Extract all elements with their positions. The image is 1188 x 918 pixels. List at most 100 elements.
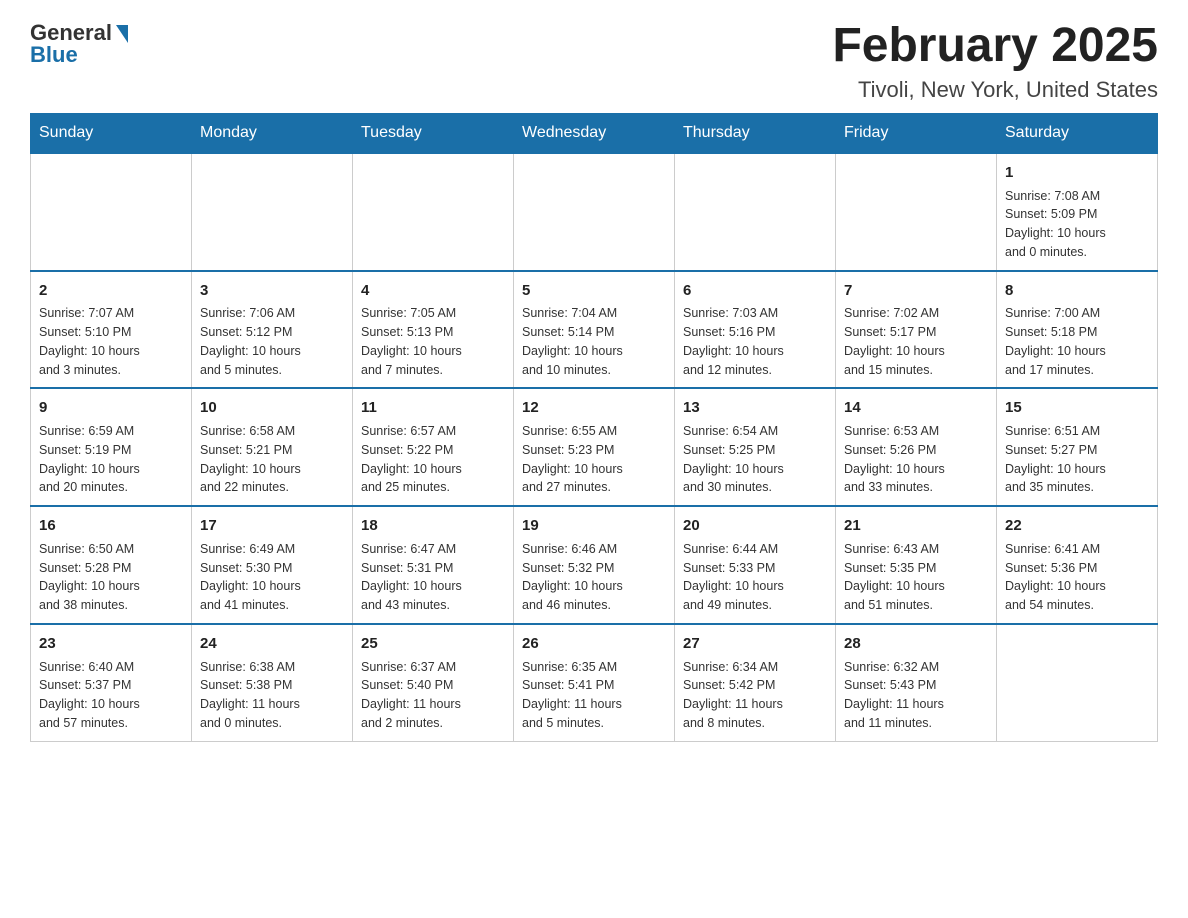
day-number: 18 [361,515,505,537]
day-number: 8 [1005,280,1149,302]
calendar-day-cell: 6Sunrise: 7:03 AM Sunset: 5:16 PM Daylig… [675,271,836,389]
day-info: Sunrise: 7:03 AM Sunset: 5:16 PM Dayligh… [683,304,827,379]
calendar-day-cell: 18 Sunrise: 6:47 AM Sunset: 5:31 PM Dayli… [353,506,514,624]
day-number: 3 [200,280,344,302]
day-info: Sunrise: 6:51 AM Sunset: 5:27 PM Dayligh… [1005,422,1149,497]
day-info: Sunrise: 7:02 AM Sunset: 5:17 PM Dayligh… [844,304,988,379]
day-info: Sunrise: 7:04 AM Sunset: 5:14 PM Dayligh… [522,304,666,379]
calendar-day-cell: 19Sunrise: 6:46 AM Sunset: 5:32 PM Dayli… [514,506,675,624]
day-info: Sunrise: 7:05 AM Sunset: 5:13 PM Dayligh… [361,304,505,379]
day-number: 6 [683,280,827,302]
day-number: 12 [522,397,666,419]
calendar-header-friday: Friday [836,113,997,153]
calendar-day-cell: 25 Sunrise: 6:37 AM Sunset: 5:40 PM Dayli… [353,624,514,741]
day-number: 22 [1005,515,1149,537]
calendar-day-cell: 13 Sunrise: 6:54 AM Sunset: 5:25 PM Dayli… [675,388,836,506]
calendar-day-cell [997,624,1158,741]
day-number: 27 [683,633,827,655]
calendar-day-cell: 24 Sunrise: 6:38 AM Sunset: 5:38 PM Dayli… [192,624,353,741]
day-info: Sunrise: 6:40 AM Sunset: 5:37 PM Dayligh… [39,658,183,733]
day-number: 7 [844,280,988,302]
calendar-week-row: 2Sunrise: 7:07 AM Sunset: 5:10 PM Daylig… [31,271,1158,389]
day-info: Sunrise: 6:47 AM Sunset: 5:31 PM Dayligh… [361,540,505,615]
calendar-day-cell: 14Sunrise: 6:53 AM Sunset: 5:26 PM Dayli… [836,388,997,506]
day-info: Sunrise: 6:44 AM Sunset: 5:33 PM Dayligh… [683,540,827,615]
calendar-week-row: 1 Sunrise: 7:08 AM Sunset: 5:09 PM Daylig… [31,153,1158,271]
calendar-header-sunday: Sunday [31,113,192,153]
calendar-day-cell: 11 Sunrise: 6:57 AM Sunset: 5:22 PM Dayli… [353,388,514,506]
day-info: Sunrise: 6:55 AM Sunset: 5:23 PM Dayligh… [522,422,666,497]
day-info: Sunrise: 6:41 AM Sunset: 5:36 PM Dayligh… [1005,540,1149,615]
calendar-day-cell [192,153,353,271]
calendar-day-cell: 1 Sunrise: 7:08 AM Sunset: 5:09 PM Daylig… [997,153,1158,271]
calendar-day-cell: 16Sunrise: 6:50 AM Sunset: 5:28 PM Dayli… [31,506,192,624]
calendar-day-cell: 22 Sunrise: 6:41 AM Sunset: 5:36 PM Dayli… [997,506,1158,624]
calendar-header-saturday: Saturday [997,113,1158,153]
day-info: Sunrise: 6:53 AM Sunset: 5:26 PM Dayligh… [844,422,988,497]
day-number: 4 [361,280,505,302]
calendar-header-tuesday: Tuesday [353,113,514,153]
month-title: February 2025 [832,20,1158,73]
day-info: Sunrise: 7:06 AM Sunset: 5:12 PM Dayligh… [200,304,344,379]
day-info: Sunrise: 6:58 AM Sunset: 5:21 PM Dayligh… [200,422,344,497]
day-number: 10 [200,397,344,419]
title-section: February 2025 Tivoli, New York, United S… [832,20,1158,103]
calendar-week-row: 16Sunrise: 6:50 AM Sunset: 5:28 PM Dayli… [31,506,1158,624]
calendar-day-cell: 5Sunrise: 7:04 AM Sunset: 5:14 PM Daylig… [514,271,675,389]
calendar-header-monday: Monday [192,113,353,153]
calendar-day-cell [31,153,192,271]
calendar-day-cell: 8Sunrise: 7:00 AM Sunset: 5:18 PM Daylig… [997,271,1158,389]
calendar-day-cell: 9 Sunrise: 6:59 AM Sunset: 5:19 PM Daylig… [31,388,192,506]
calendar-day-cell: 27 Sunrise: 6:34 AM Sunset: 5:42 PM Dayli… [675,624,836,741]
day-number: 25 [361,633,505,655]
calendar-day-cell [675,153,836,271]
day-number: 19 [522,515,666,537]
day-info: Sunrise: 6:37 AM Sunset: 5:40 PM Dayligh… [361,658,505,733]
day-number: 1 [1005,162,1149,184]
calendar-day-cell [514,153,675,271]
location-title: Tivoli, New York, United States [832,77,1158,103]
day-number: 9 [39,397,183,419]
calendar-week-row: 9 Sunrise: 6:59 AM Sunset: 5:19 PM Daylig… [31,388,1158,506]
calendar-day-cell: 7Sunrise: 7:02 AM Sunset: 5:17 PM Daylig… [836,271,997,389]
calendar-day-cell: 28 Sunrise: 6:32 AM Sunset: 5:43 PM Dayli… [836,624,997,741]
calendar-day-cell: 20 Sunrise: 6:44 AM Sunset: 5:33 PM Dayli… [675,506,836,624]
day-number: 24 [200,633,344,655]
calendar-day-cell: 15 Sunrise: 6:51 AM Sunset: 5:27 PM Dayli… [997,388,1158,506]
day-number: 17 [200,515,344,537]
day-number: 13 [683,397,827,419]
logo-arrow-icon [116,25,128,43]
day-number: 11 [361,397,505,419]
day-info: Sunrise: 6:35 AM Sunset: 5:41 PM Dayligh… [522,658,666,733]
day-info: Sunrise: 6:59 AM Sunset: 5:19 PM Dayligh… [39,422,183,497]
day-info: Sunrise: 6:32 AM Sunset: 5:43 PM Dayligh… [844,658,988,733]
day-number: 28 [844,633,988,655]
calendar-day-cell: 21 Sunrise: 6:43 AM Sunset: 5:35 PM Dayli… [836,506,997,624]
calendar-day-cell: 4Sunrise: 7:05 AM Sunset: 5:13 PM Daylig… [353,271,514,389]
calendar-day-cell: 3Sunrise: 7:06 AM Sunset: 5:12 PM Daylig… [192,271,353,389]
day-info: Sunrise: 6:43 AM Sunset: 5:35 PM Dayligh… [844,540,988,615]
calendar-header-row: SundayMondayTuesdayWednesdayThursdayFrid… [31,113,1158,153]
day-info: Sunrise: 6:57 AM Sunset: 5:22 PM Dayligh… [361,422,505,497]
day-info: Sunrise: 6:34 AM Sunset: 5:42 PM Dayligh… [683,658,827,733]
calendar-day-cell: 12 Sunrise: 6:55 AM Sunset: 5:23 PM Dayli… [514,388,675,506]
calendar-day-cell [836,153,997,271]
day-info: Sunrise: 6:38 AM Sunset: 5:38 PM Dayligh… [200,658,344,733]
day-number: 5 [522,280,666,302]
day-number: 16 [39,515,183,537]
day-number: 15 [1005,397,1149,419]
day-info: Sunrise: 6:54 AM Sunset: 5:25 PM Dayligh… [683,422,827,497]
day-number: 2 [39,280,183,302]
day-info: Sunrise: 7:08 AM Sunset: 5:09 PM Dayligh… [1005,187,1149,262]
page-header: General Blue February 2025 Tivoli, New Y… [30,20,1158,103]
calendar-day-cell: 23 Sunrise: 6:40 AM Sunset: 5:37 PM Dayli… [31,624,192,741]
day-number: 26 [522,633,666,655]
day-number: 23 [39,633,183,655]
calendar-week-row: 23 Sunrise: 6:40 AM Sunset: 5:37 PM Dayli… [31,624,1158,741]
day-number: 21 [844,515,988,537]
logo-blue-text: Blue [30,42,78,68]
calendar-table: SundayMondayTuesdayWednesdayThursdayFrid… [30,113,1158,742]
day-number: 20 [683,515,827,537]
calendar-day-cell: 26 Sunrise: 6:35 AM Sunset: 5:41 PM Dayli… [514,624,675,741]
day-info: Sunrise: 6:49 AM Sunset: 5:30 PM Dayligh… [200,540,344,615]
